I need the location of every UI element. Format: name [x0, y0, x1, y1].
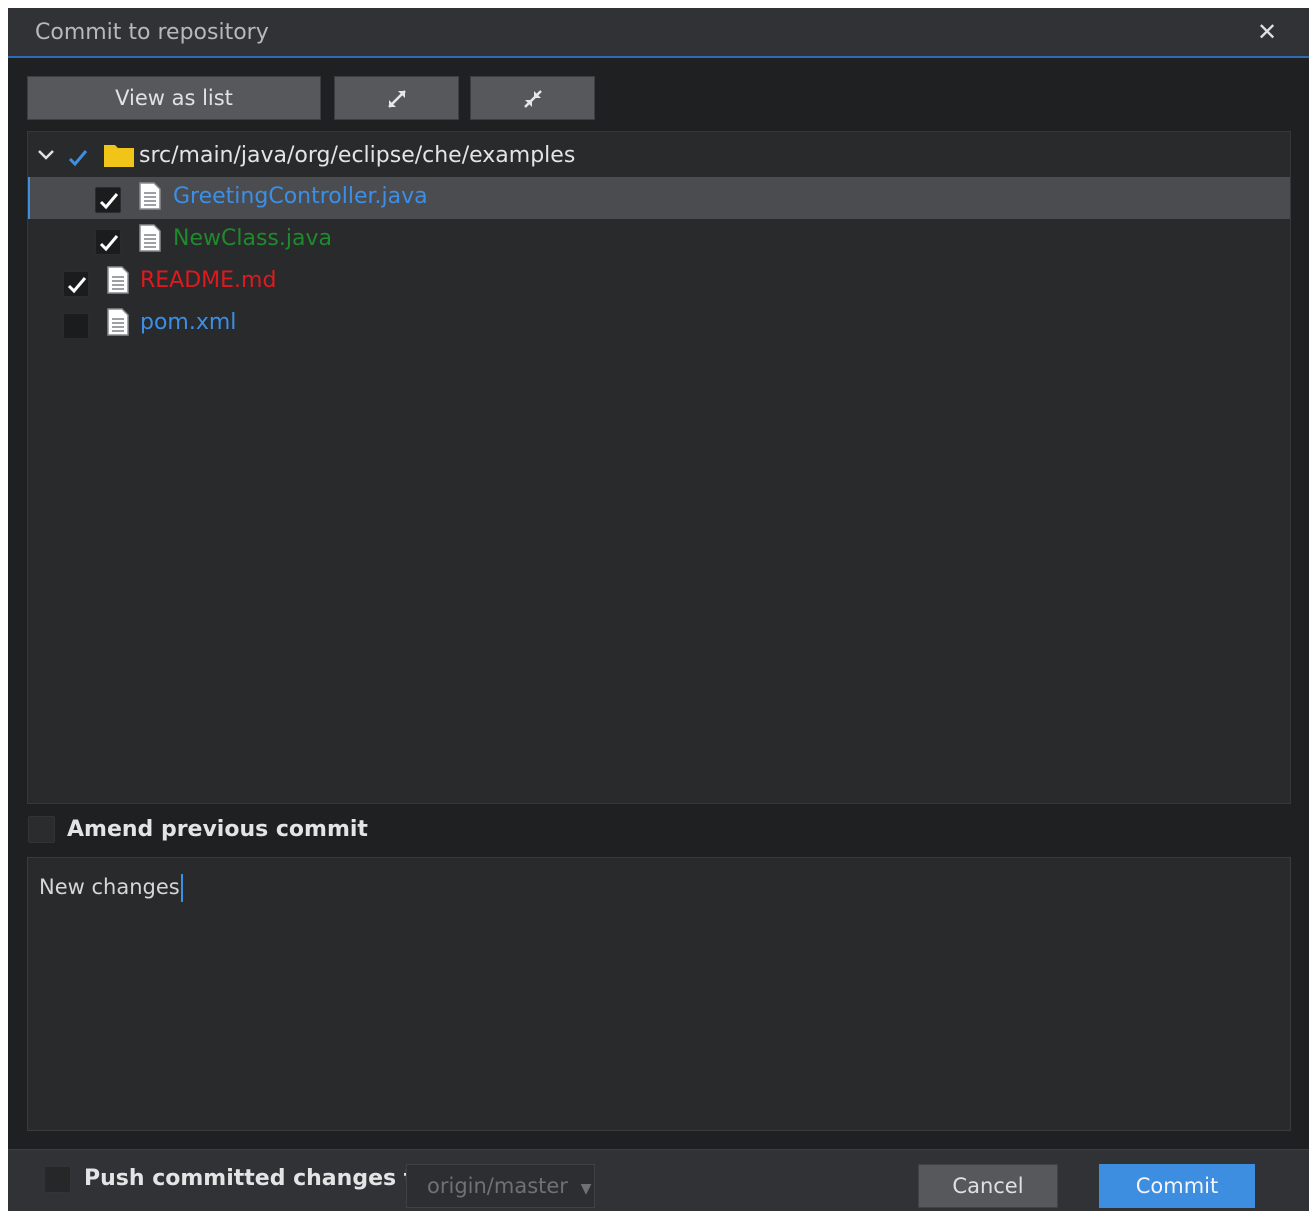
collapse-all-button[interactable] — [470, 76, 595, 120]
expand-all-button[interactable] — [334, 76, 459, 120]
changed-files-tree: src/main/java/org/eclipse/che/examples G… — [27, 131, 1291, 804]
tree-file-row[interactable]: README.md — [28, 261, 1290, 303]
view-as-list-button[interactable]: View as list — [27, 76, 321, 120]
commit-message-value: New changes — [39, 875, 180, 899]
expand-icon — [387, 90, 406, 108]
file-name: NewClass.java — [173, 226, 332, 251]
file-checkbox[interactable] — [95, 229, 121, 255]
commit-message-input[interactable]: New changes — [27, 857, 1291, 1131]
file-icon — [107, 266, 129, 294]
file-checkbox[interactable] — [63, 271, 89, 297]
file-name: pom.xml — [140, 310, 237, 335]
checkmark-icon — [67, 277, 87, 294]
close-icon[interactable]: ✕ — [1253, 18, 1281, 46]
text-caret — [180, 874, 183, 902]
file-icon — [107, 308, 129, 336]
dropdown-arrow-icon: ▼ — [580, 1181, 592, 1197]
tree-file-row[interactable]: GreetingController.java — [28, 177, 1290, 219]
remote-branch-select[interactable]: origin/master ▼ — [406, 1164, 595, 1208]
chevron-down-icon[interactable] — [36, 145, 56, 165]
tree-folder-row[interactable]: src/main/java/org/eclipse/che/examples — [28, 135, 1290, 177]
commit-message-text: New changes — [39, 874, 183, 902]
checkmark-icon — [99, 193, 119, 210]
folder-checkbox[interactable] — [64, 144, 90, 170]
cancel-button[interactable]: Cancel — [918, 1164, 1058, 1208]
tree-file-row[interactable]: pom.xml — [28, 303, 1290, 345]
commit-dialog: Commit to repository ✕ View as list src/… — [8, 8, 1309, 1211]
folder-icon — [104, 145, 134, 167]
dialog-titlebar: Commit to repository ✕ — [8, 8, 1309, 58]
file-checkbox[interactable] — [95, 187, 121, 213]
push-checkbox[interactable] — [44, 1166, 71, 1193]
file-checkbox[interactable] — [63, 313, 89, 339]
amend-checkbox[interactable] — [28, 816, 55, 843]
collapse-icon — [523, 90, 542, 108]
checkmark-icon — [99, 235, 119, 252]
push-label: Push committed changes to : — [84, 1166, 446, 1191]
file-name: GreetingController.java — [173, 184, 428, 209]
file-name: README.md — [140, 268, 277, 293]
remote-branch-value: origin/master — [427, 1174, 568, 1198]
tree-file-row[interactable]: NewClass.java — [28, 219, 1290, 261]
checkmark-icon — [68, 150, 88, 167]
folder-path: src/main/java/org/eclipse/che/examples — [139, 143, 576, 168]
dialog-footer: Push committed changes to : origin/maste… — [8, 1149, 1309, 1211]
commit-button[interactable]: Commit — [1099, 1164, 1255, 1208]
file-icon — [139, 182, 161, 210]
file-icon — [139, 224, 161, 252]
amend-label: Amend previous commit — [67, 817, 368, 842]
dialog-title: Commit to repository — [35, 20, 269, 45]
